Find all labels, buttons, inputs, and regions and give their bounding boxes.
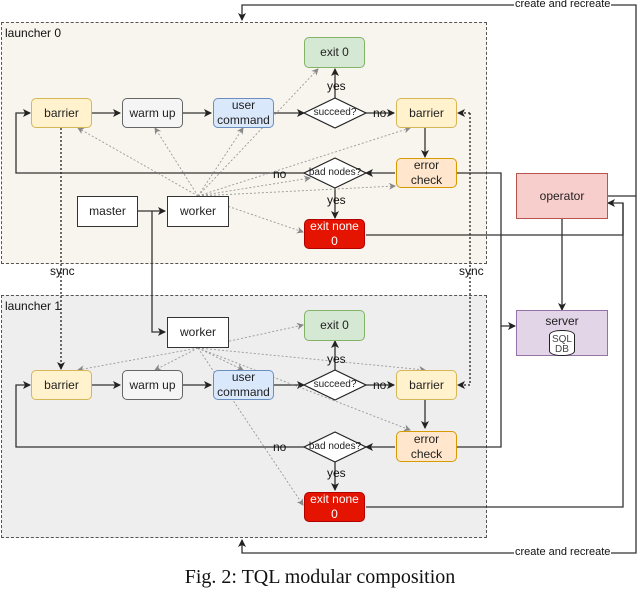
- edge-error0-server: [456, 172, 516, 330]
- sync-edge-right: [457, 113, 471, 389]
- server-node[interactable]: server SQL DB: [516, 310, 608, 356]
- operator-node[interactable]: operator: [516, 173, 608, 219]
- create-recreate-top: create and recreate: [514, 0, 612, 10]
- l1-no-bad: no: [273, 440, 287, 454]
- l0-exit-0[interactable]: exit 0: [304, 37, 365, 68]
- l1-worker[interactable]: worker: [167, 317, 229, 348]
- l1-succeed-label: succeed?: [313, 379, 357, 390]
- l1-no-succeed: no: [373, 378, 387, 392]
- l1-yes-bad: yes: [327, 466, 346, 480]
- l0-no-succeed: no: [373, 106, 387, 120]
- worker1-to-user: [197, 347, 244, 371]
- figure-caption: Fig. 2: TQL modular composition: [184, 566, 456, 588]
- l1-barrier-start[interactable]: barrier: [31, 370, 92, 400]
- l1-error-check[interactable]: error check: [396, 431, 457, 462]
- l0-yes-succeed: yes: [327, 79, 346, 93]
- worker0-to-user: [197, 127, 244, 197]
- l0-barrier-start[interactable]: barrier: [31, 98, 92, 128]
- worker1-to-barrier-end: [197, 347, 426, 373]
- edge-error1-server: [456, 326, 502, 448]
- sync-label-right: sync: [459, 264, 484, 278]
- l0-warm-up[interactable]: warm up: [122, 98, 183, 128]
- server-label: server: [545, 314, 579, 328]
- tql-diagram: launcher 0 launcher 1 barrier warm up us…: [0, 0, 640, 588]
- worker1-to-barrier: [77, 347, 199, 373]
- l1-yes-succeed: yes: [327, 352, 346, 366]
- l1-exit-0[interactable]: exit 0: [304, 310, 365, 341]
- l0-exit-none[interactable]: exit none 0: [304, 219, 365, 249]
- l0-yes-bad: yes: [327, 193, 346, 207]
- master-node[interactable]: master: [77, 196, 138, 227]
- l1-bad-nodes-label: bad nodes?: [308, 441, 362, 452]
- sql-db-icon: SQL DB: [549, 330, 575, 356]
- edge-master-worker1: [151, 211, 166, 336]
- l0-no-bad: no: [273, 167, 287, 181]
- l0-worker[interactable]: worker: [167, 196, 229, 227]
- l1-warm-up[interactable]: warm up: [122, 370, 183, 400]
- l0-user-command[interactable]: user command: [213, 98, 274, 128]
- l0-barrier-end[interactable]: barrier: [396, 98, 457, 128]
- worker0-to-exit0: [197, 68, 319, 197]
- worker0-to-barrier: [77, 127, 199, 197]
- worker0-to-warmup: [154, 127, 199, 197]
- l0-succeed-label: succeed?: [313, 107, 357, 118]
- sync-label-left: sync: [50, 264, 75, 278]
- l1-barrier-end[interactable]: barrier: [396, 370, 457, 400]
- worker0-to-barrier-end: [197, 126, 411, 197]
- l1-exit-none[interactable]: exit none 0: [304, 492, 365, 522]
- l0-bad-nodes-label: bad nodes?: [308, 167, 362, 178]
- worker1-to-warmup: [154, 347, 199, 371]
- l0-error-check[interactable]: error check: [396, 158, 457, 188]
- l1-user-command[interactable]: user command: [213, 370, 274, 400]
- create-recreate-bottom: create and recreate: [514, 546, 612, 558]
